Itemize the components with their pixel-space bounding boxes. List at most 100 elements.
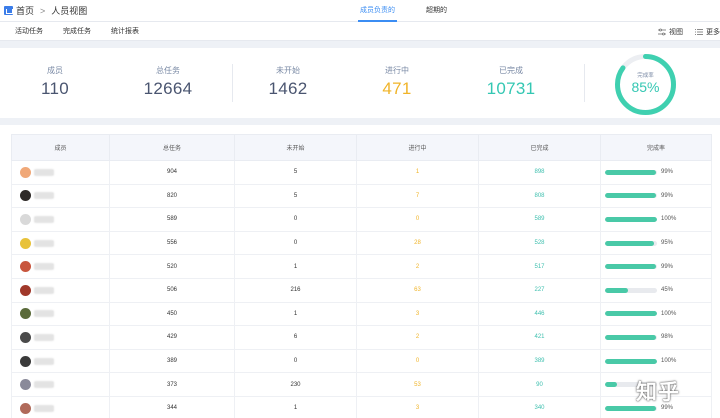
table-row[interactable]: 506 216 63 227 45% (11, 277, 712, 303)
avatar (20, 308, 31, 320)
not-started-cell: 230 (234, 372, 357, 397)
member-table-card: 成员 总任务 未开始 进行中 已完成 完成率 904 5 1 898 99% 820 5 7 8… (0, 125, 720, 418)
rate-text: 99% (661, 263, 674, 270)
table-row[interactable]: 520 1 2 517 99% (11, 254, 712, 279)
member-cell[interactable] (11, 230, 110, 256)
view-tabs: 成员负责的 超期的 (358, 0, 449, 22)
done-cell: 421 (478, 325, 601, 350)
tab-overdue[interactable]: 超期的 (424, 0, 449, 22)
breadcrumb-home[interactable]: 首页 (16, 4, 34, 17)
table-row[interactable]: 429 6 2 421 98% (11, 325, 712, 350)
not-started-cell: 216 (234, 277, 357, 303)
done-cell: 389 (478, 348, 601, 374)
col-header-in-progress[interactable]: 进行中 (356, 134, 479, 161)
total-cell: 520 (109, 254, 235, 279)
table-row[interactable]: 450 1 3 446 100% (11, 301, 712, 327)
not-started-cell: 5 (234, 183, 357, 209)
member-cell[interactable] (11, 160, 110, 185)
rate-text: 100% (661, 310, 677, 317)
col-header-done[interactable]: 已完成 (478, 134, 601, 161)
avatar (20, 402, 31, 414)
done-cell: 898 (478, 160, 601, 185)
rate-text: 99% (661, 192, 674, 199)
member-cell[interactable] (11, 372, 110, 397)
member-cell[interactable] (11, 277, 110, 303)
table-row[interactable]: 904 5 1 898 99% (11, 160, 712, 185)
member-name-blurred (34, 286, 54, 294)
rate-text: 100% (661, 358, 677, 365)
member-name-blurred (34, 310, 54, 318)
not-started-cell: 5 (234, 160, 357, 185)
avatar (20, 261, 31, 273)
table-row[interactable]: 344 1 3 340 99% (11, 395, 712, 418)
total-cell: 450 (109, 301, 235, 327)
tab-reports[interactable]: 统计报表 (111, 22, 139, 41)
total-cell: 373 (109, 372, 235, 397)
progress-bar (605, 287, 657, 293)
divider (232, 64, 233, 102)
tab-completed-tasks[interactable]: 完成任务 (63, 22, 91, 41)
member-cell[interactable] (11, 395, 110, 418)
table-row[interactable]: 820 5 7 808 99% (11, 183, 712, 209)
member-cell[interactable] (11, 183, 110, 209)
stat-in-progress-label: 进行中 (385, 66, 409, 75)
progress-bar-fill (605, 287, 629, 293)
sub-bar: 活动任务 完成任务 统计报表 视图 更多 (0, 22, 720, 41)
table-row[interactable]: 389 0 0 389 100% (11, 348, 712, 374)
table-row[interactable]: 373 230 53 90 (11, 372, 712, 397)
rate-cell: 100% (600, 301, 712, 327)
col-header-not-started[interactable]: 未开始 (234, 134, 357, 161)
table-row[interactable]: 556 0 28 528 95% (11, 230, 712, 256)
in-progress-cell: 53 (356, 372, 479, 397)
chevron-right-icon: > (40, 5, 46, 16)
rate-text: 98% (661, 334, 674, 341)
progress-bar-fill (605, 311, 657, 317)
member-cell[interactable] (11, 254, 110, 279)
avatar (20, 190, 31, 202)
rate-text: 45% (661, 287, 674, 294)
member-name-blurred (34, 357, 54, 365)
col-header-rate[interactable]: 完成率 (600, 134, 712, 161)
tab-member-responsible[interactable]: 成员负责的 (358, 0, 397, 22)
stat-done-label: 已完成 (499, 66, 523, 75)
in-progress-cell: 7 (356, 183, 479, 209)
total-cell: 820 (109, 183, 235, 209)
rate-text: 100% (661, 216, 677, 223)
progress-bar (605, 264, 657, 270)
col-header-member[interactable]: 成员 (11, 134, 110, 161)
member-name-blurred (34, 168, 54, 176)
progress-bar-fill (605, 169, 657, 175)
member-cell[interactable] (11, 207, 110, 232)
divider (584, 64, 585, 102)
home-icon[interactable] (4, 6, 13, 15)
progress-bar-fill (605, 334, 656, 340)
col-header-total[interactable]: 总任务 (109, 134, 235, 161)
rate-cell: 95% (600, 230, 712, 256)
member-table: 成员 总任务 未开始 进行中 已完成 完成率 904 5 1 898 99% 820 5 7 8… (11, 134, 712, 418)
not-started-cell: 0 (234, 207, 357, 232)
member-cell[interactable] (11, 348, 110, 374)
progress-bar (605, 193, 657, 199)
more-button[interactable]: 更多 (695, 27, 720, 37)
member-name-blurred (34, 263, 54, 271)
member-cell[interactable] (11, 325, 110, 350)
breadcrumb: 首页 > 人员视图 (4, 4, 87, 17)
done-cell: 446 (478, 301, 601, 327)
total-cell: 904 (109, 160, 235, 185)
top-bar: 首页 > 人员视图 成员负责的 超期的 (0, 0, 720, 22)
rate-text: 99% (661, 405, 674, 412)
in-progress-cell: 63 (356, 277, 479, 303)
completion-value: 85% (631, 79, 659, 95)
progress-bar-fill (605, 216, 657, 222)
tab-active-tasks[interactable]: 活动任务 (15, 22, 43, 41)
table-row[interactable]: 589 0 0 589 100% (11, 207, 712, 232)
rate-cell: 98% (600, 325, 712, 350)
rate-text: 99% (661, 169, 674, 176)
progress-bar-fill (605, 264, 657, 270)
member-cell[interactable] (11, 301, 110, 327)
progress-bar (605, 334, 657, 340)
total-cell: 506 (109, 277, 235, 303)
view-button[interactable]: 视图 (658, 27, 683, 37)
done-cell: 340 (478, 395, 601, 418)
stat-not-started: 未开始 1462 (238, 48, 338, 99)
